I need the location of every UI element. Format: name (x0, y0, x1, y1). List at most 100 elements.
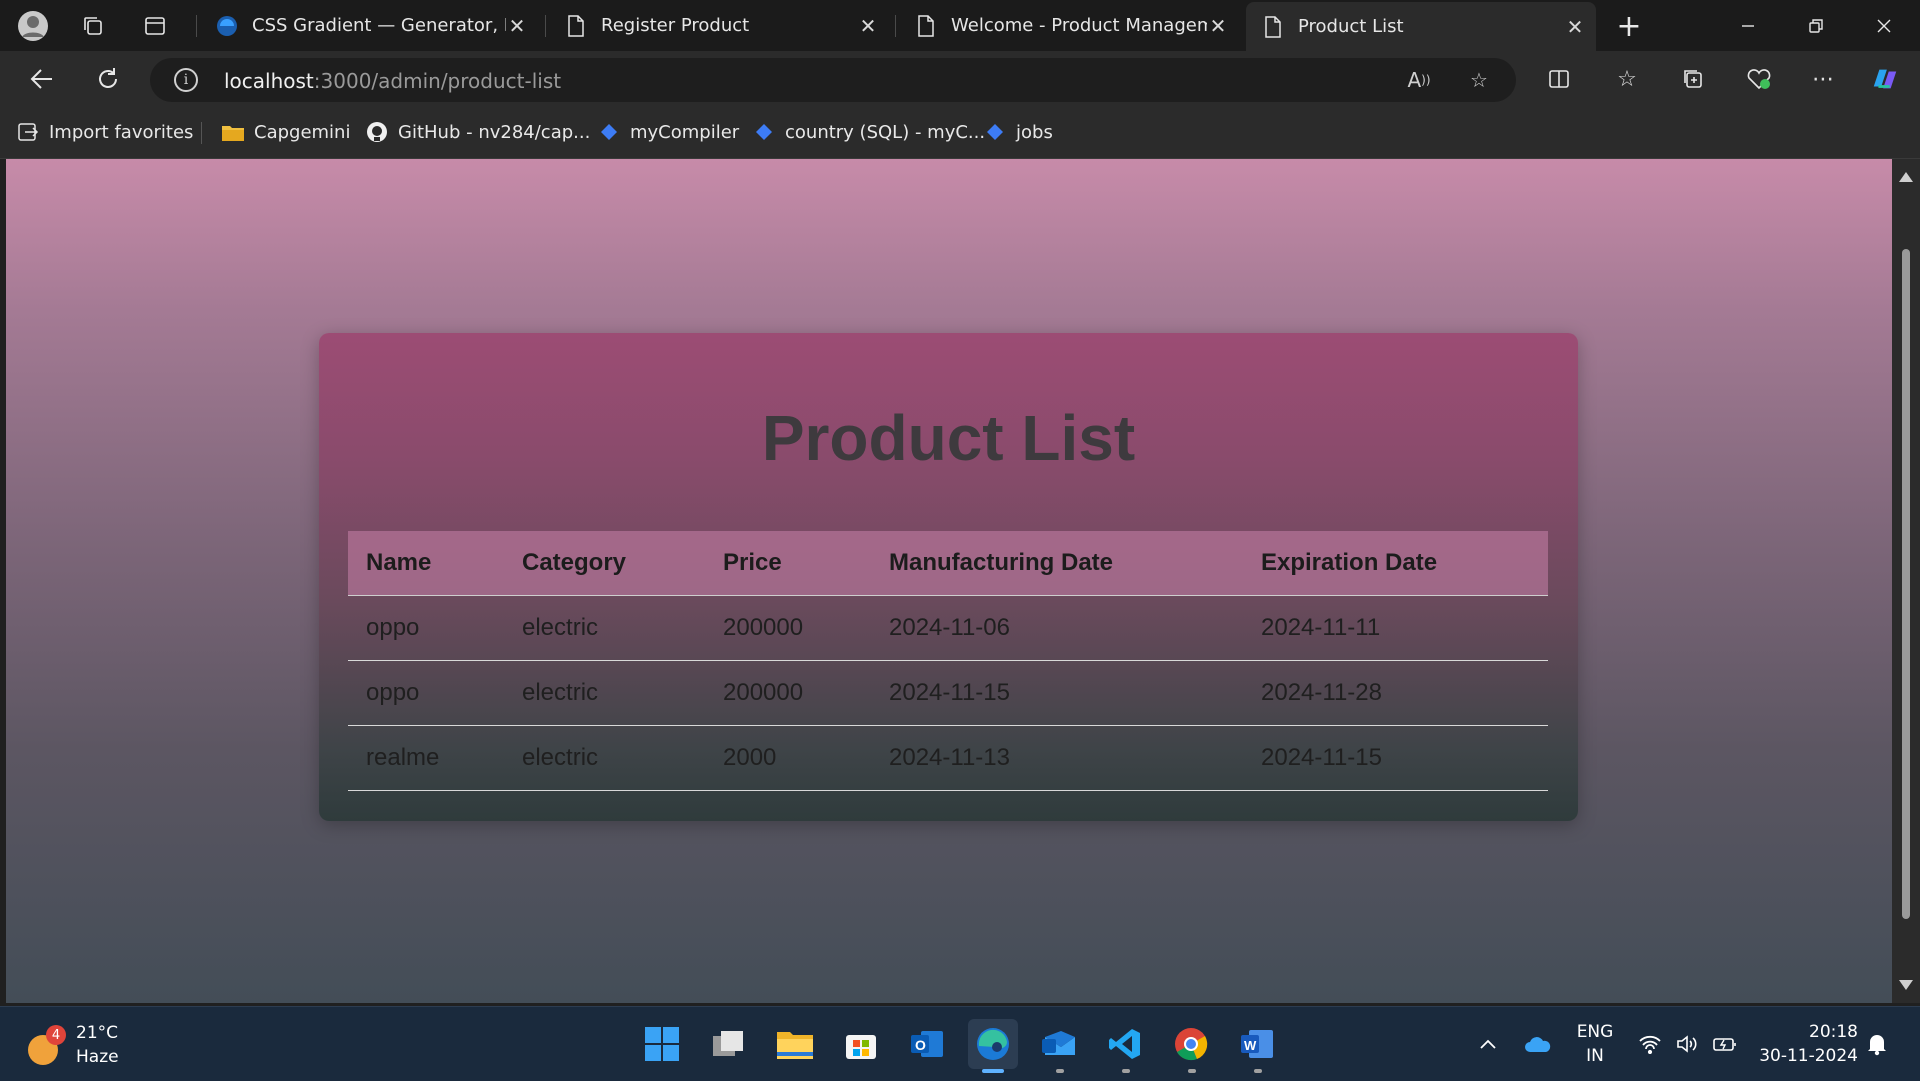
bookmark-capgemini[interactable]: Capgemini (221, 119, 350, 145)
profile-avatar-icon[interactable] (16, 9, 50, 43)
outlook-icon[interactable]: O (902, 1019, 952, 1069)
tab-title: Register Product (601, 15, 750, 36)
tab-actions-icon[interactable] (138, 9, 172, 43)
clock-time: 20:18 (1809, 1022, 1858, 1042)
cell-expiration-date: 2024-11-11 (1243, 595, 1548, 661)
clock[interactable]: 20:18 30-11-2024 (1758, 1007, 1858, 1081)
weather-widget[interactable]: 4 21°C Haze (24, 1021, 119, 1069)
task-view-icon[interactable] (704, 1019, 754, 1069)
bookmark-label: myCompiler (630, 121, 740, 143)
show-hidden-icons-chevron-icon[interactable] (1478, 1007, 1498, 1081)
page-viewport: Product List Name Category Price Manufac… (6, 159, 1892, 1003)
tab-title: CSS Gradient — Generator, Mak (252, 15, 506, 36)
cell-expiration-date: 2024-11-28 (1243, 660, 1548, 726)
bookmark-separator (201, 122, 202, 144)
windows-taskbar: 4 21°C Haze O W ENG IN 20:18 30-11-2024 (0, 1006, 1920, 1081)
scrollbar-thumb[interactable] (1902, 249, 1910, 919)
back-arrow-icon[interactable] (24, 61, 60, 97)
onedrive-cloud-icon[interactable] (1524, 1007, 1552, 1081)
battery-charging-icon[interactable] (1712, 1007, 1738, 1081)
url-path: :3000/admin/product-list (313, 69, 562, 93)
page-icon (565, 14, 587, 37)
cell-price: 200000 (705, 595, 871, 661)
language-code: ENG (1576, 1022, 1614, 1042)
tab-welcome[interactable]: Welcome - Product Managemen ✕ (899, 0, 1239, 51)
page-icon (915, 14, 937, 37)
minimize-icon[interactable] (1714, 0, 1782, 51)
vscode-icon[interactable] (1100, 1019, 1150, 1073)
cell-expiration-date: 2024-11-15 (1243, 725, 1548, 791)
close-tab-icon[interactable]: ✕ (506, 14, 528, 38)
wifi-icon[interactable] (1638, 1007, 1662, 1081)
cell-category: electric (504, 660, 705, 726)
diamond-icon (597, 120, 621, 144)
site-info-icon[interactable]: i (174, 68, 198, 92)
start-windows-icon[interactable] (637, 1019, 687, 1069)
file-explorer-icon[interactable] (770, 1019, 820, 1069)
table-row: oppo electric 200000 2024-11-06 2024-11-… (348, 595, 1548, 661)
weather-condition: Haze (76, 1047, 119, 1067)
notification-bell-icon[interactable] (1866, 1007, 1888, 1081)
scroll-down-icon[interactable] (1899, 980, 1913, 990)
running-indicator (1122, 1069, 1130, 1073)
bookmark-label: GitHub - nv284/cap... (398, 121, 591, 143)
bookmark-label: Capgemini (254, 121, 351, 143)
copilot-icon[interactable] (1870, 64, 1900, 94)
new-tab-icon[interactable]: + (1612, 9, 1646, 44)
weather-temp: 21°C (76, 1023, 119, 1043)
close-tab-icon[interactable]: ✕ (1207, 14, 1229, 38)
bookmark-github[interactable]: GitHub - nv284/cap... (365, 119, 590, 145)
column-header-category: Category (504, 531, 705, 596)
tab-register-product[interactable]: Register Product ✕ (549, 0, 889, 51)
tab-product-list[interactable]: Product List ✕ (1246, 2, 1596, 51)
close-window-icon[interactable] (1850, 0, 1918, 51)
tab-title: Product List (1298, 16, 1404, 37)
favorites-icon[interactable]: ☆ (1612, 64, 1642, 94)
close-tab-icon[interactable]: ✕ (1564, 15, 1586, 39)
import-icon (16, 120, 40, 144)
collections-icon[interactable] (1678, 64, 1708, 94)
vertical-scrollbar[interactable] (1892, 159, 1920, 1003)
tab-separator (196, 15, 197, 37)
tab-css-gradient[interactable]: CSS Gradient — Generator, Mak ✕ (200, 0, 538, 51)
url-text[interactable]: localhost:3000/admin/product-list (224, 69, 561, 93)
more-options-icon[interactable]: ⋯ (1808, 64, 1838, 94)
edge-browser-icon[interactable] (968, 1019, 1018, 1073)
close-tab-icon[interactable]: ✕ (857, 14, 879, 38)
cell-manufacturing-date: 2024-11-15 (871, 660, 1243, 726)
chrome-icon[interactable] (1166, 1019, 1216, 1073)
table-row: oppo electric 200000 2024-11-15 2024-11-… (348, 660, 1548, 726)
cell-category: electric (504, 595, 705, 661)
split-screen-icon[interactable] (1544, 64, 1574, 94)
bookmark-import-favorites[interactable]: Import favorites (16, 119, 193, 145)
language-indicator[interactable]: ENG IN (1576, 1007, 1614, 1081)
scroll-up-icon[interactable] (1899, 172, 1913, 182)
refresh-icon[interactable] (90, 61, 126, 97)
cell-manufacturing-date: 2024-11-06 (871, 595, 1243, 661)
edge-globe-icon (216, 15, 238, 37)
bookmark-jobs[interactable]: jobs (983, 119, 1053, 145)
workspaces-icon[interactable] (76, 9, 110, 43)
weather-badge: 4 (46, 1025, 66, 1045)
read-aloud-icon[interactable]: A)) (1406, 67, 1432, 93)
running-indicator (1188, 1069, 1196, 1073)
tab-bar: CSS Gradient — Generator, Mak ✕ Register… (0, 0, 1920, 51)
word-icon[interactable]: W (1232, 1019, 1282, 1073)
microsoft-store-icon[interactable] (836, 1019, 886, 1069)
page-title: Product List (761, 402, 1136, 474)
restore-icon[interactable] (1782, 0, 1850, 51)
product-list-card: Product List Name Category Price Manufac… (319, 333, 1578, 821)
favorite-star-icon[interactable]: ☆ (1466, 67, 1492, 93)
outlook-new-icon[interactable] (1034, 1019, 1084, 1073)
folder-icon (221, 120, 245, 144)
bookmark-mycompiler[interactable]: myCompiler (597, 119, 739, 145)
address-bar[interactable]: i localhost:3000/admin/product-list A)) … (150, 58, 1516, 102)
table-row: realme electric 2000 2024-11-13 2024-11-… (348, 725, 1548, 791)
volume-icon[interactable] (1675, 1007, 1699, 1081)
bookmark-label: jobs (1016, 121, 1053, 143)
browser-essentials-icon[interactable] (1744, 64, 1774, 94)
bookmark-country-sql[interactable]: country (SQL) - myC... (752, 119, 985, 145)
tab-title: Welcome - Product Managemen (951, 15, 1207, 36)
github-icon (365, 120, 389, 144)
clock-date: 30-11-2024 (1759, 1046, 1858, 1066)
